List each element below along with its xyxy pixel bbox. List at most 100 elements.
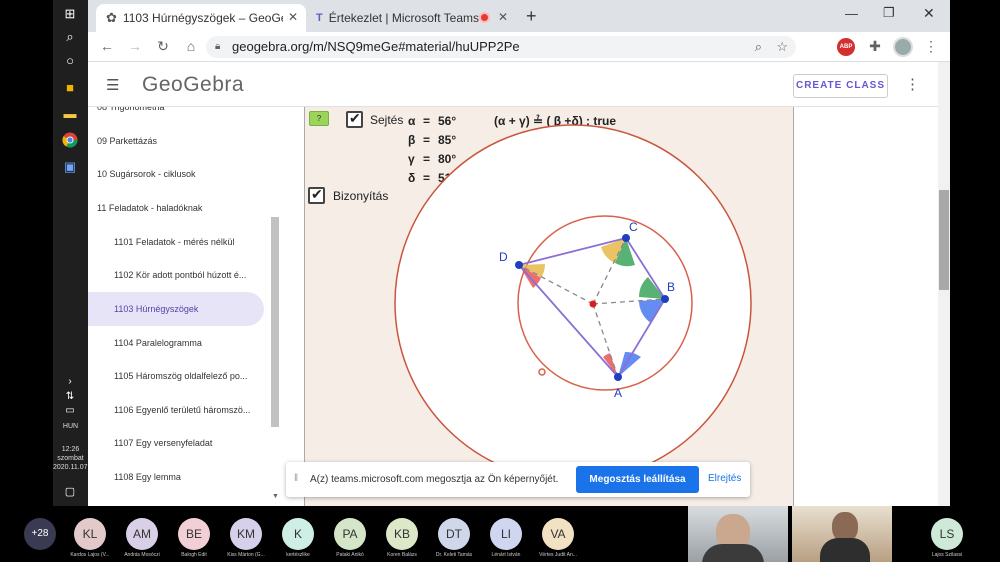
back-icon[interactable]: ← bbox=[98, 38, 116, 54]
tab-title: Értekezlet | Microsoft Teams bbox=[328, 11, 479, 25]
more-options-icon[interactable]: ⋮ bbox=[905, 75, 920, 93]
page-scrollbar-thumb[interactable] bbox=[939, 190, 949, 290]
participant-name: kertészlike bbox=[286, 552, 310, 558]
point-d[interactable] bbox=[515, 261, 523, 269]
sidebar: 08 Trigonometria 09 Parkettázás 10 Sugár… bbox=[88, 107, 286, 506]
task-view-icon[interactable]: ○ bbox=[61, 51, 79, 69]
notification-icon[interactable]: ▢ bbox=[61, 482, 79, 500]
extensions-puzzle-icon[interactable]: ✚ bbox=[866, 38, 884, 55]
participant-name: Vértes Judit An... bbox=[539, 552, 577, 558]
reload-icon[interactable]: ↻ bbox=[154, 38, 172, 55]
construction-canvas[interactable]: A B C D bbox=[305, 107, 795, 506]
windows-taskbar: ⊞ ⌕ ○ ■ ▬ ▣ › ⇅ ▭ HUN 12:26 szombat 2020… bbox=[53, 0, 89, 506]
tab-geogebra[interactable]: ✿ 1103 Húrnégyszögek – GeoGebra ✕ bbox=[96, 4, 306, 32]
point-c[interactable] bbox=[622, 234, 630, 242]
language-indicator[interactable]: HUN bbox=[53, 422, 88, 431]
video-person-body bbox=[702, 544, 764, 562]
point-a[interactable] bbox=[614, 373, 622, 381]
participant-avatar[interactable]: KL bbox=[74, 518, 106, 550]
participant-avatar[interactable]: PA bbox=[334, 518, 366, 550]
circle-handle-point[interactable] bbox=[538, 368, 546, 376]
home-icon[interactable]: ⌂ bbox=[182, 38, 200, 54]
participant-video[interactable] bbox=[688, 506, 788, 562]
new-tab-button[interactable]: + bbox=[526, 6, 537, 27]
sidebar-item[interactable]: 1106 Egyenlő területű háromszö... bbox=[88, 393, 273, 427]
browser-window: ✿ 1103 Húrnégyszögek – GeoGebra ✕ T Érte… bbox=[88, 0, 950, 506]
teams-participant-strip: +28 KL Kardos Lajos (V... AM András Mosó… bbox=[0, 506, 1000, 562]
tab-strip: ✿ 1103 Húrnégyszögek – GeoGebra ✕ T Érte… bbox=[88, 0, 950, 32]
sidebar-item[interactable]: 1104 Paralelogramma bbox=[88, 326, 273, 360]
forward-icon[interactable]: → bbox=[126, 38, 144, 54]
teams-favicon-icon: T bbox=[316, 12, 323, 24]
stop-sharing-button[interactable]: Megosztás leállítása bbox=[576, 466, 699, 493]
close-window-button[interactable]: ✕ bbox=[923, 5, 935, 22]
scroll-down-icon[interactable]: ▼ bbox=[272, 493, 279, 500]
participant-name: Lajos Szilassi bbox=[931, 552, 963, 558]
recording-icon bbox=[479, 12, 490, 23]
hide-button[interactable]: Elrejtés bbox=[708, 473, 741, 484]
maximize-button[interactable]: ❐ bbox=[883, 5, 895, 21]
search-icon[interactable]: ⌕ bbox=[61, 28, 79, 46]
sidebar-item[interactable]: 1105 Háromszög oldalfelező po... bbox=[88, 359, 273, 393]
sidebar-item[interactable]: 1101 Feladatok - mérés nélkül bbox=[88, 225, 273, 259]
geogebra-header: ☰ GeoGebra CREATE CLASS ⋮ bbox=[88, 62, 950, 107]
close-tab-icon[interactable]: ✕ bbox=[498, 10, 508, 24]
participant-avatar[interactable]: VA bbox=[542, 518, 574, 550]
overflow-participants-count[interactable]: +28 bbox=[24, 518, 56, 550]
point-label-a: A bbox=[614, 386, 622, 400]
participant-avatar[interactable]: KM bbox=[230, 518, 262, 550]
sidebar-item[interactable]: 10 Sugársorok - ciklusok bbox=[88, 157, 273, 191]
minimize-button[interactable]: — bbox=[845, 6, 858, 21]
tab-teams[interactable]: T Értekezlet | Microsoft Teams ✕ bbox=[306, 4, 516, 32]
adblock-extension-icon[interactable]: ABP bbox=[837, 38, 855, 56]
participant-name: Balogh Edit bbox=[181, 552, 207, 558]
sidebar-item[interactable]: 09 Parkettázás bbox=[88, 124, 273, 158]
close-tab-icon[interactable]: ✕ bbox=[288, 10, 298, 24]
video-person-body bbox=[820, 538, 870, 562]
hamburger-menu-icon[interactable]: ☰ bbox=[106, 76, 119, 94]
participant-avatar[interactable]: K bbox=[282, 518, 314, 550]
windows-start-icon[interactable]: ⊞ bbox=[61, 5, 79, 23]
sidebar-item[interactable]: 1107 Egy versenyfeladat bbox=[88, 426, 273, 460]
profile-avatar[interactable] bbox=[893, 37, 913, 57]
participant-name: Dr. Keleti Tamás bbox=[435, 552, 473, 558]
sidebar-item[interactable]: 08 Trigonometria bbox=[88, 107, 273, 124]
participant-avatar[interactable]: DT bbox=[438, 518, 470, 550]
center-point[interactable] bbox=[589, 300, 597, 308]
tab-title: 1103 Húrnégyszögek – GeoGebra bbox=[122, 11, 283, 25]
sidebar-scrollbar[interactable] bbox=[271, 217, 279, 427]
store-icon[interactable]: ■ bbox=[61, 78, 79, 96]
address-bar[interactable]: 🔒︎ geogebra.org/m/NSQ9meGe#material/huUP… bbox=[206, 36, 796, 58]
bookmark-star-icon[interactable]: ☆ bbox=[776, 36, 788, 58]
zoom-icon[interactable]: ⌕ bbox=[755, 36, 762, 58]
participant-name: András Mosóczi bbox=[124, 552, 160, 558]
browser-menu-icon[interactable]: ⋮ bbox=[922, 38, 940, 55]
participant-name: Kardos Lajos (V... bbox=[70, 552, 110, 558]
share-message: A(z) teams.microsoft.com megosztja az Ön… bbox=[310, 474, 559, 485]
sidebar-item[interactable]: 1102 Kör adott pontból húzott é... bbox=[88, 258, 273, 292]
sidebar-item[interactable]: 11 Feladatok - haladóknak bbox=[88, 191, 273, 225]
participant-avatar[interactable]: AM bbox=[126, 518, 158, 550]
participant-avatar[interactable]: LI bbox=[490, 518, 522, 550]
create-class-button[interactable]: CREATE CLASS bbox=[793, 74, 888, 98]
point-b[interactable] bbox=[661, 295, 669, 303]
drag-handle-icon[interactable]: ‖ bbox=[294, 473, 298, 484]
point-label-c: C bbox=[629, 220, 638, 234]
participant-avatar[interactable]: LS bbox=[931, 518, 963, 550]
sidebar-item[interactable]: 1108 Egy lemma bbox=[88, 460, 273, 494]
participant-avatar[interactable]: KB bbox=[386, 518, 418, 550]
sidebar-item-active[interactable]: 1103 Húrnégyszögek bbox=[88, 292, 264, 326]
lock-icon: 🔒︎ bbox=[215, 41, 221, 52]
file-explorer-icon[interactable]: ▬ bbox=[61, 104, 79, 122]
participant-video[interactable] bbox=[792, 506, 892, 562]
point-label-b: B bbox=[667, 280, 675, 294]
participant-avatar[interactable]: BE bbox=[178, 518, 210, 550]
right-pane bbox=[795, 107, 938, 506]
chrome-icon[interactable] bbox=[61, 131, 79, 149]
save-icon[interactable]: ▣ bbox=[61, 158, 79, 176]
geogebra-favicon-icon: ✿ bbox=[106, 10, 117, 25]
geogebra-applet[interactable]: ? Sejtés α = 56° β = 85° γ = 80° δ = 51°… bbox=[304, 107, 794, 506]
geogebra-logo[interactable]: GeoGebra bbox=[142, 73, 244, 97]
display-icon[interactable]: ▭ bbox=[61, 401, 79, 419]
participant-name: Lénárt István bbox=[491, 552, 521, 558]
